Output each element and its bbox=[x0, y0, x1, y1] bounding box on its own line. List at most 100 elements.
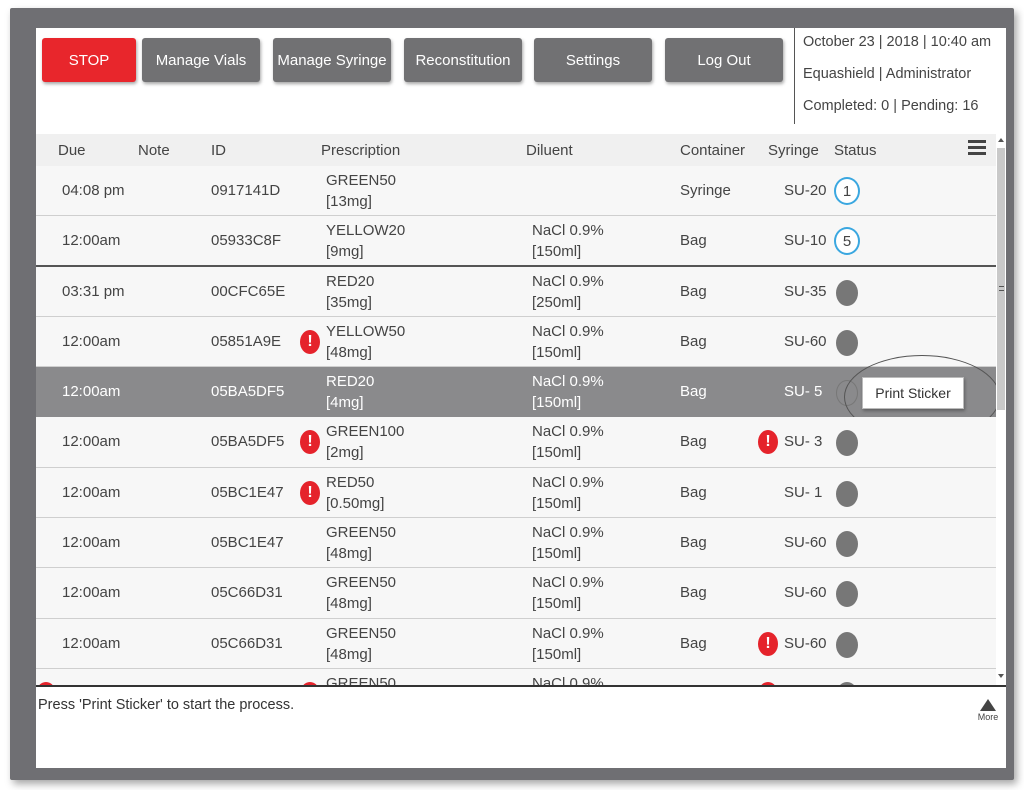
datetime-text: October 23 | 2018 | 10:40 am bbox=[803, 34, 992, 50]
id-cell: 05BA5DF5 bbox=[211, 383, 285, 401]
syringe-cell: SU-20 bbox=[784, 182, 827, 199]
syringe-cell: SU-60 bbox=[784, 584, 827, 602]
id-cell: 05C66D31 bbox=[211, 584, 283, 602]
id-cell: 05C66D31 bbox=[211, 634, 283, 652]
id-cell: 05BA5DF5 bbox=[211, 433, 285, 451]
app-window-frame: STOP Manage Vials Manage Syringe Reconst… bbox=[10, 8, 1014, 780]
alert-icon[interactable]: ! bbox=[300, 480, 320, 505]
due-cell: 12:00am bbox=[62, 332, 121, 350]
reconstitution-button[interactable]: Reconstitution bbox=[404, 38, 522, 82]
syringe-cell: SU-60 bbox=[784, 534, 827, 552]
prescription-cell: RED20 [4mg] bbox=[326, 373, 375, 412]
diluent-cell: NaCl 0.9% [150ml] bbox=[532, 574, 604, 613]
container-cell: Bag bbox=[680, 634, 707, 652]
prescription-cell: GREEN100 [2mg] bbox=[326, 423, 405, 462]
status-dot bbox=[836, 430, 858, 457]
log-out-button[interactable]: Log Out bbox=[665, 38, 783, 82]
diluent-cell: NaCl 0.9% [150ml] bbox=[532, 373, 604, 412]
instruction-message: Press 'Print Sticker' to start the proce… bbox=[38, 697, 295, 713]
prescription-cell: GREEN50 [48mg] bbox=[326, 524, 397, 563]
due-cell: 12:00am bbox=[62, 232, 121, 250]
prescription-cell: YELLOW50 [48mg] bbox=[326, 322, 406, 361]
stop-button[interactable]: STOP bbox=[42, 38, 136, 82]
due-cell: 12:00am bbox=[62, 634, 121, 652]
table-row[interactable]: 03:31 pm 00CFC65E RED20 [35mg] NaCl 0.9%[… bbox=[36, 266, 996, 317]
due-cell: 12:00am bbox=[62, 383, 121, 401]
container-cell: Bag bbox=[680, 534, 707, 552]
col-id[interactable]: ID bbox=[211, 142, 226, 159]
footer: Press 'Print Sticker' to start the proce… bbox=[36, 687, 1006, 768]
diluent-cell: NaCl 0.9% [150ml] bbox=[532, 322, 604, 361]
col-due[interactable]: Due bbox=[58, 142, 86, 159]
container-cell: Bag bbox=[680, 232, 707, 250]
table-scrollbar[interactable] bbox=[996, 138, 1006, 686]
id-cell: 0917141D bbox=[211, 182, 281, 199]
table-row[interactable]: 12:00am 05851A9E ! YELLOW50 [48mg] NaCl 0… bbox=[36, 316, 996, 368]
scroll-down-arrow-icon[interactable] bbox=[998, 674, 1004, 678]
alert-icon[interactable]: ! bbox=[758, 631, 778, 656]
more-label: More bbox=[977, 712, 999, 722]
status-count-badge: 1 bbox=[834, 177, 860, 205]
table-row[interactable]: 12:00am 05BA5DF5 ! GREEN100 [2mg] NaCl 0.… bbox=[36, 417, 996, 468]
syringe-cell: SU- 5 bbox=[784, 383, 823, 401]
status-count-badge: 5 bbox=[834, 227, 860, 256]
table-row[interactable]: 12:00am 05BC1E47 ! RED50 [0.50mg] NaCl 0.… bbox=[36, 467, 996, 519]
diluent-cell: NaCl 0.9% [150ml] bbox=[532, 423, 604, 462]
container-cell: Syringe bbox=[680, 182, 731, 199]
id-cell: 05851A9E bbox=[211, 332, 282, 350]
prescription-cell: GREEN50 [48mg] bbox=[326, 574, 397, 613]
alert-icon[interactable]: ! bbox=[758, 430, 778, 455]
table-row[interactable]: 04:08 pm 0917141D GREEN50 [13mg] Syringe … bbox=[36, 166, 996, 217]
grip-icon bbox=[999, 286, 1004, 291]
alert-icon[interactable]: ! bbox=[300, 329, 320, 354]
more-button[interactable]: More bbox=[976, 699, 1000, 722]
id-cell: 05BC1E47 bbox=[211, 483, 284, 501]
scroll-thumb[interactable] bbox=[997, 148, 1005, 410]
table-row[interactable]: 12:00am 05C66D31 GREEN50 [48mg] NaCl 0.9%… bbox=[36, 618, 996, 669]
scroll-up-arrow-icon[interactable] bbox=[998, 138, 1004, 142]
due-cell: 03:31 pm bbox=[62, 282, 125, 300]
status-dot bbox=[836, 631, 858, 658]
due-cell: 12:00am bbox=[62, 534, 121, 552]
col-status[interactable]: Status bbox=[834, 142, 877, 159]
triangle-up-icon bbox=[980, 699, 996, 711]
col-container[interactable]: Container bbox=[680, 142, 745, 159]
due-cell: 12:00am bbox=[62, 433, 121, 451]
status-dot bbox=[836, 279, 858, 306]
table-row[interactable]: 12:00am 05933C8F YELLOW20 [9mg] NaCl 0.9%… bbox=[36, 216, 996, 267]
diluent-cell: NaCl 0.9% [150ml] bbox=[532, 524, 604, 563]
manage-vials-button[interactable]: Manage Vials bbox=[142, 38, 260, 82]
diluent-cell: NaCl 0.9% [150ml] bbox=[532, 473, 604, 512]
user-text: Equashield | Administrator bbox=[803, 66, 972, 82]
container-cell: Bag bbox=[680, 332, 707, 350]
id-cell: 05BC1E47 bbox=[211, 534, 284, 552]
table-row-selected[interactable]: 12:00am 05BA5DF5 RED20 [4mg] NaCl 0.9% [15… bbox=[36, 355, 996, 440]
due-cell: 12:00am bbox=[62, 483, 121, 501]
id-cell: 00CFC65E bbox=[211, 282, 286, 300]
col-diluent[interactable]: Diluent bbox=[526, 142, 573, 159]
status-dot bbox=[836, 329, 858, 356]
table-row[interactable]: 12:00am 05C66D31 GREEN50 [48mg] NaCl 0.9%… bbox=[36, 568, 996, 619]
diluent-cell: NaCl 0.9% [150ml] bbox=[532, 222, 604, 261]
col-syringe[interactable]: Syringe bbox=[768, 142, 819, 159]
prescription-cell: RED20 [35mg] bbox=[326, 272, 375, 311]
progress-text: Completed: 0 | Pending: 16 bbox=[803, 98, 979, 114]
due-cell: 04:08 pm bbox=[62, 182, 125, 199]
diluent-cell: NaCl 0.9% [150ml] bbox=[532, 624, 604, 663]
app-screen: STOP Manage Vials Manage Syringe Reconst… bbox=[36, 28, 1006, 768]
col-note[interactable]: Note bbox=[138, 142, 170, 159]
syringe-cell: SU-35 bbox=[784, 282, 827, 300]
prescription-table: Due Note ID Prescription Diluent Contain… bbox=[36, 134, 996, 694]
prescription-cell: RED50 [0.50mg] bbox=[326, 473, 385, 512]
alert-icon[interactable]: ! bbox=[300, 430, 320, 455]
prescription-cell: GREEN50 [48mg] bbox=[326, 624, 397, 663]
status-dot bbox=[836, 581, 858, 608]
syringe-cell: SU-10 bbox=[784, 232, 827, 250]
table-row[interactable]: 12:00am 05BC1E47 GREEN50 [48mg] NaCl 0.9%… bbox=[36, 518, 996, 569]
prescription-cell: YELLOW20 [9mg] bbox=[326, 222, 406, 261]
manage-syringe-button[interactable]: Manage Syringe bbox=[273, 38, 391, 82]
settings-button[interactable]: Settings bbox=[534, 38, 652, 82]
hamburger-menu-icon[interactable] bbox=[968, 140, 986, 156]
col-prescription[interactable]: Prescription bbox=[321, 142, 400, 159]
session-info: October 23 | 2018 | 10:40 am Equashield … bbox=[794, 28, 1006, 124]
